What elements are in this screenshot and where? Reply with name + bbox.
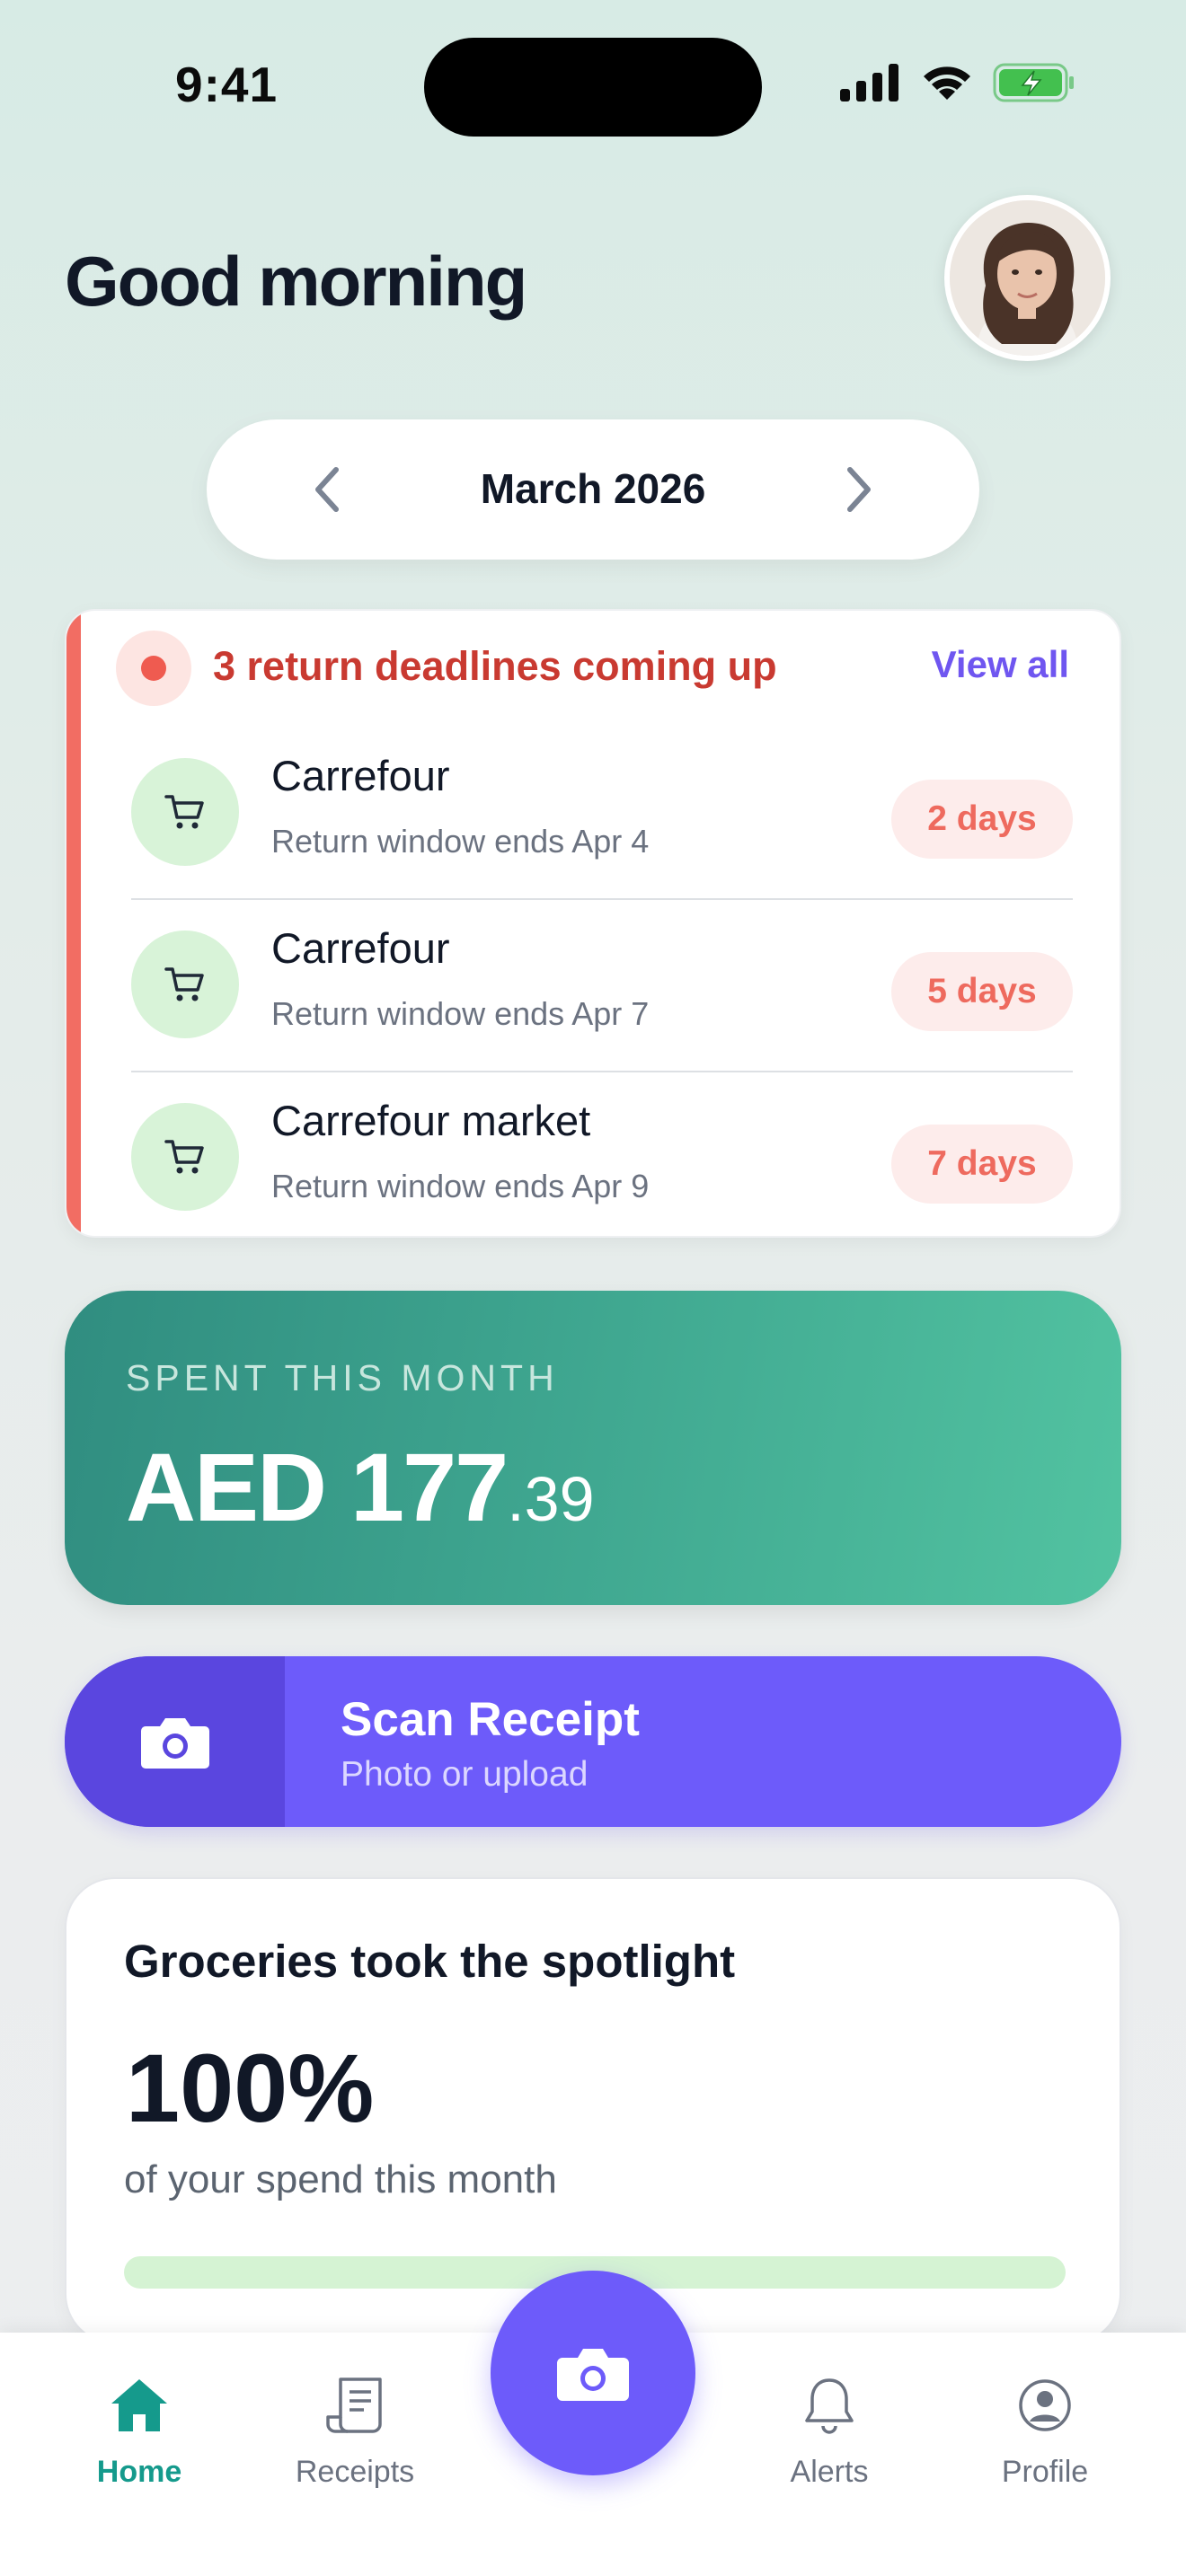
spotlight-title: Groceries took the spotlight: [124, 1936, 736, 1987]
next-month-button[interactable]: [828, 459, 890, 520]
tab-home[interactable]: Home: [58, 2369, 220, 2490]
alert-accent-bar: [66, 611, 81, 1236]
spent-amount-cents: .39: [507, 1464, 595, 1534]
status-time: 9:41: [175, 57, 279, 112]
tab-profile[interactable]: Profile: [964, 2369, 1126, 2490]
dynamic-island: [424, 38, 762, 137]
profile-icon: [1019, 2379, 1071, 2431]
deadline-row[interactable]: Carrefour Return window ends Apr 7 5 day…: [131, 900, 1073, 1072]
deadline-subtitle: Return window ends Apr 4: [271, 823, 650, 860]
spent-amount: AED 177.39: [126, 1431, 595, 1543]
battery-icon: [993, 63, 1074, 102]
tab-alerts-label: Alerts: [790, 2455, 869, 2489]
cart-icon: [131, 1103, 239, 1211]
avatar[interactable]: [944, 195, 1111, 361]
scan-receipt-subtitle: Photo or upload: [341, 1755, 589, 1794]
home-icon: [111, 2379, 167, 2431]
tab-receipts-label: Receipts: [295, 2455, 415, 2489]
camera-fab-button[interactable]: [491, 2271, 695, 2475]
deadline-store-name: Carrefour market: [271, 1097, 591, 1144]
spent-this-month-card[interactable]: SPENT THIS MONTH AED 177.39: [65, 1291, 1121, 1605]
deadline-store-name: Carrefour: [271, 924, 450, 972]
tab-receipts[interactable]: Receipts: [274, 2369, 436, 2490]
deadline-subtitle: Return window ends Apr 7: [271, 995, 650, 1032]
deadlines-title: 3 return deadlines coming up: [213, 643, 777, 689]
cart-icon: [131, 931, 239, 1038]
deadline-subtitle: Return window ends Apr 9: [271, 1168, 650, 1204]
spent-amount-main: AED 177: [126, 1433, 509, 1541]
spent-label: SPENT THIS MONTH: [126, 1357, 559, 1398]
alert-dot-icon: [116, 631, 191, 706]
tab-profile-label: Profile: [1001, 2455, 1089, 2489]
status-icons: [840, 63, 1075, 102]
signal-icon: [840, 64, 898, 101]
wifi-icon: [924, 66, 970, 100]
deadline-row[interactable]: Carrefour Return window ends Apr 4 2 day…: [131, 728, 1073, 900]
deadline-days-badge: 7 days: [891, 1125, 1073, 1204]
month-selector: March 2026: [207, 419, 979, 560]
deadline-days-badge: 5 days: [891, 952, 1073, 1031]
tab-home-label: Home: [96, 2455, 182, 2489]
spotlight-subtitle: of your spend this month: [124, 2157, 557, 2201]
scan-receipt-button[interactable]: Scan Receipt Photo or upload: [65, 1656, 1121, 1827]
view-all-link[interactable]: View all: [932, 643, 1069, 686]
bell-icon: [805, 2378, 854, 2434]
deadline-days-badge: 2 days: [891, 780, 1073, 859]
scan-receipt-title: Scan Receipt: [341, 1693, 640, 1746]
camera-icon: [65, 1656, 285, 1827]
chevron-right-icon: [847, 467, 871, 512]
camera-icon: [557, 2349, 629, 2401]
spotlight-percent: 100%: [126, 2033, 375, 2142]
tab-alerts[interactable]: Alerts: [748, 2369, 910, 2490]
cart-icon: [131, 758, 239, 866]
return-deadlines-card: 3 return deadlines coming up View all Ca…: [65, 609, 1121, 1238]
deadline-store-name: Carrefour: [271, 752, 450, 799]
deadline-row[interactable]: Carrefour market Return window ends Apr …: [131, 1072, 1073, 1236]
receipt-icon: [326, 2378, 382, 2433]
greeting-title: Good morning: [65, 242, 527, 321]
